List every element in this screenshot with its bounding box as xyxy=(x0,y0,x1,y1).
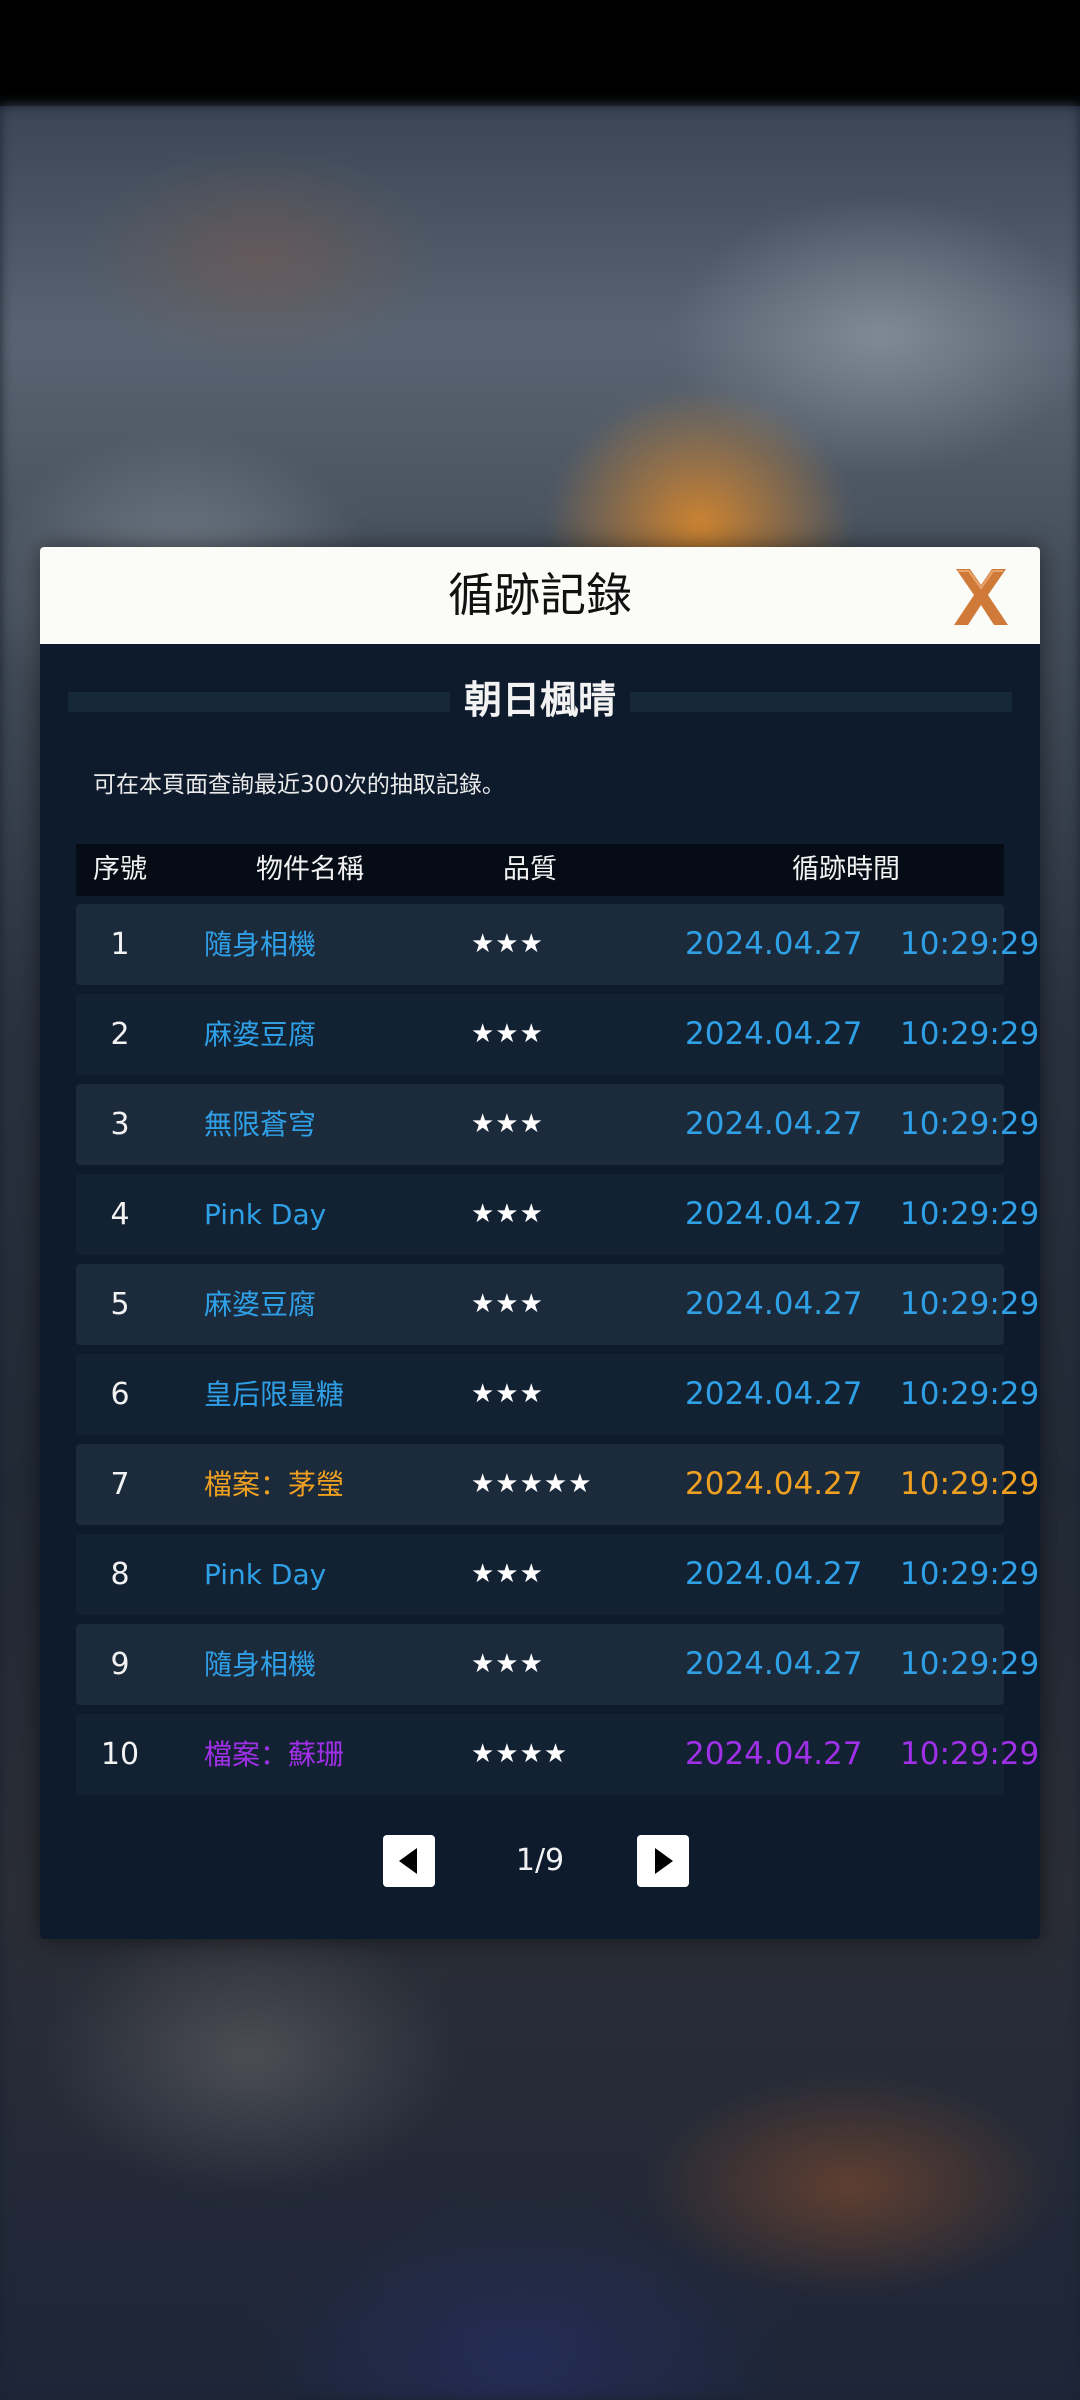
quality-stars: ★★★★ xyxy=(471,1739,569,1769)
record-date: 2024.04.27 xyxy=(685,1196,863,1232)
record-date: 2024.04.27 xyxy=(685,1376,863,1412)
record-date: 2024.04.27 xyxy=(685,1736,863,1772)
table-row: 2 麻婆豆腐 ★★★ 2024.04.27 10:29:29 xyxy=(76,994,1039,1075)
record-date: 2024.04.27 xyxy=(685,1556,863,1592)
record-time: 10:29:29 xyxy=(900,1016,1040,1052)
table-row: 10 檔案：蘇珊 ★★★★ 2024.04.27 10:29:29 xyxy=(76,1714,1039,1795)
item-name: 麻婆豆腐 xyxy=(204,1288,317,1321)
quality-stars: ★★★ xyxy=(471,1199,544,1229)
table-row: 5 麻婆豆腐 ★★★ 2024.04.27 10:29:29 xyxy=(76,1264,1039,1345)
row-index: 8 xyxy=(110,1557,130,1592)
header-index: 序號 xyxy=(93,854,147,885)
table-header: 序號 物件名稱 品質 循跡時間 xyxy=(76,844,1004,896)
triangle-left-icon xyxy=(399,1848,417,1874)
previous-page-button[interactable] xyxy=(383,1835,435,1887)
table-row: 1 隨身相機 ★★★ 2024.04.27 10:29:29 xyxy=(76,904,1039,985)
record-list: 1 隨身相機 ★★★ 2024.04.27 10:29:29 2 麻婆豆腐 ★★… xyxy=(76,904,1039,1804)
record-dialog: 循跡記錄 朝日楓晴 可在本頁面查詢最近300次的抽取記錄。 序號 物件名稱 品質… xyxy=(40,547,1040,1939)
table-row: 6 皇后限量糖 ★★★ 2024.04.27 10:29:29 xyxy=(76,1354,1039,1435)
item-name: 隨身相機 xyxy=(204,1648,317,1681)
record-date: 2024.04.27 xyxy=(685,1646,863,1682)
item-name: 無限蒼穹 xyxy=(204,1108,317,1141)
record-time: 10:29:29 xyxy=(900,1556,1040,1592)
record-time: 10:29:29 xyxy=(900,926,1040,962)
status-bar xyxy=(0,0,1080,106)
quality-stars: ★★★ xyxy=(471,1379,544,1409)
dialog-header: 循跡記錄 xyxy=(40,547,1040,644)
row-index: 3 xyxy=(110,1107,130,1142)
item-name: Pink Day xyxy=(204,1558,327,1591)
table-row: 4 Pink Day ★★★ 2024.04.27 10:29:29 xyxy=(76,1174,1039,1255)
record-date: 2024.04.27 xyxy=(685,1106,863,1142)
quality-stars: ★★★ xyxy=(471,1019,544,1049)
next-page-button[interactable] xyxy=(637,1835,689,1887)
row-index: 1 xyxy=(110,927,130,962)
triangle-right-icon xyxy=(655,1848,673,1874)
record-time: 10:29:29 xyxy=(900,1196,1040,1232)
row-index: 9 xyxy=(110,1647,130,1682)
screen: 循跡記錄 朝日楓晴 可在本頁面查詢最近300次的抽取記錄。 序號 物件名稱 品質… xyxy=(0,0,1080,2400)
record-time: 10:29:29 xyxy=(900,1466,1040,1502)
record-date: 2024.04.27 xyxy=(685,926,863,962)
section-title: 朝日楓晴 xyxy=(40,665,1040,735)
record-date: 2024.04.27 xyxy=(685,1016,863,1052)
record-time: 10:29:29 xyxy=(900,1646,1040,1682)
character-name: 朝日楓晴 xyxy=(449,665,630,735)
item-name: 皇后限量糖 xyxy=(204,1378,345,1411)
page-indicator: 1/9 xyxy=(515,1843,565,1878)
item-name: 麻婆豆腐 xyxy=(204,1018,317,1051)
row-index: 5 xyxy=(110,1287,130,1322)
row-index: 4 xyxy=(110,1197,130,1232)
row-index: 10 xyxy=(100,1737,140,1772)
dialog-title: 循跡記錄 xyxy=(448,568,632,622)
quality-stars: ★★★ xyxy=(471,1649,544,1679)
quality-stars: ★★★ xyxy=(471,1109,544,1139)
table-row: 7 檔案：茅瑩 ★★★★★ 2024.04.27 10:29:29 xyxy=(76,1444,1039,1525)
record-time: 10:29:29 xyxy=(900,1286,1040,1322)
row-index: 6 xyxy=(110,1377,130,1412)
item-name: Pink Day xyxy=(204,1198,327,1231)
table-row: 3 無限蒼穹 ★★★ 2024.04.27 10:29:29 xyxy=(76,1084,1039,1165)
quality-stars: ★★★★★ xyxy=(471,1469,593,1499)
close-button[interactable] xyxy=(946,561,1016,631)
record-time: 10:29:29 xyxy=(900,1106,1040,1142)
table-row: 8 Pink Day ★★★ 2024.04.27 10:29:29 xyxy=(76,1534,1039,1615)
record-time: 10:29:29 xyxy=(900,1376,1040,1412)
quality-stars: ★★★ xyxy=(471,929,544,959)
header-time: 循跡時間 xyxy=(792,854,900,885)
record-date: 2024.04.27 xyxy=(685,1466,863,1502)
close-x-icon xyxy=(954,569,1008,625)
description-text: 可在本頁面查詢最近300次的抽取記錄。 xyxy=(93,772,505,798)
row-index: 7 xyxy=(110,1467,130,1502)
table-row: 9 隨身相機 ★★★ 2024.04.27 10:29:29 xyxy=(76,1624,1039,1705)
record-time: 10:29:29 xyxy=(900,1736,1040,1772)
quality-stars: ★★★ xyxy=(471,1289,544,1319)
item-name: 隨身相機 xyxy=(204,928,317,961)
record-date: 2024.04.27 xyxy=(685,1286,863,1322)
quality-stars: ★★★ xyxy=(471,1559,544,1589)
item-name: 檔案：茅瑩 xyxy=(204,1468,345,1501)
header-item-name: 物件名稱 xyxy=(256,854,364,885)
row-index: 2 xyxy=(110,1017,130,1052)
item-name: 檔案：蘇珊 xyxy=(204,1738,345,1771)
header-quality: 品質 xyxy=(503,854,557,885)
